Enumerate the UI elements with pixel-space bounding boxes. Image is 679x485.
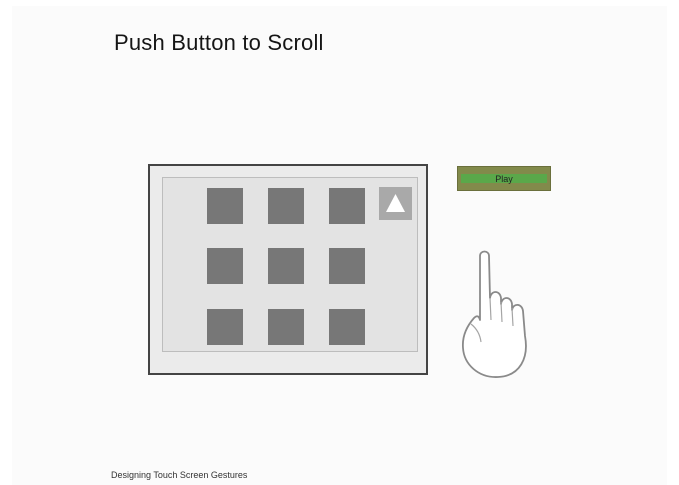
pointing-hand-icon bbox=[461, 250, 527, 378]
grid-tile[interactable] bbox=[207, 248, 243, 284]
footer-caption: Designing Touch Screen Gestures bbox=[111, 470, 248, 480]
triangle-up-icon bbox=[386, 194, 405, 212]
grid-tile[interactable] bbox=[268, 188, 304, 224]
grid-tile[interactable] bbox=[268, 248, 304, 284]
grid-tile[interactable] bbox=[329, 188, 365, 224]
grid-tile[interactable] bbox=[329, 309, 365, 345]
touch-device bbox=[148, 164, 428, 375]
grid-tile[interactable] bbox=[207, 309, 243, 345]
page-title: Push Button to Scroll bbox=[114, 30, 324, 55]
grid-tile[interactable] bbox=[268, 309, 304, 345]
scroll-up-button[interactable] bbox=[379, 187, 412, 220]
grid-tile[interactable] bbox=[329, 248, 365, 284]
grid-tile[interactable] bbox=[207, 188, 243, 224]
play-button[interactable]: Play bbox=[457, 166, 551, 191]
play-button-label: Play bbox=[495, 173, 513, 184]
